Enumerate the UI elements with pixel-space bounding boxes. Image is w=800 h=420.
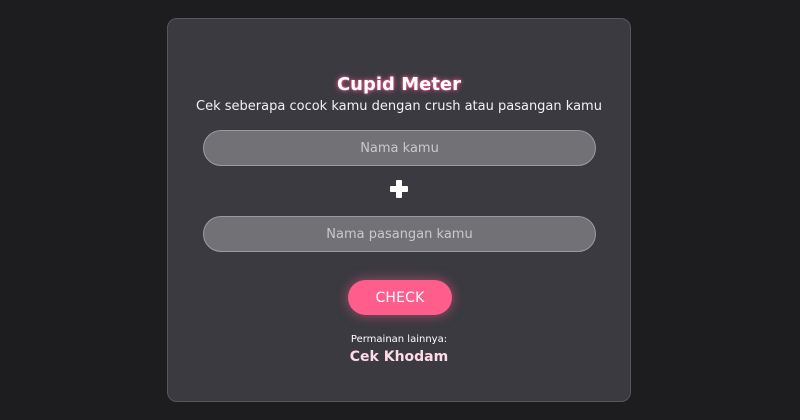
- page-subtitle: Cek seberapa cocok kamu dengan crush ata…: [196, 99, 602, 114]
- other-games-label: Permainan lainnya:: [350, 334, 448, 345]
- cupid-meter-card: Cupid Meter Cek seberapa cocok kamu deng…: [167, 18, 631, 402]
- page-title: Cupid Meter: [336, 74, 462, 95]
- cek-khodam-link[interactable]: Cek Khodam: [168, 348, 630, 366]
- partner-name-input[interactable]: [203, 216, 596, 252]
- name-input[interactable]: [203, 130, 596, 166]
- plus-icon: [390, 180, 408, 198]
- check-button[interactable]: CHECK: [348, 280, 452, 315]
